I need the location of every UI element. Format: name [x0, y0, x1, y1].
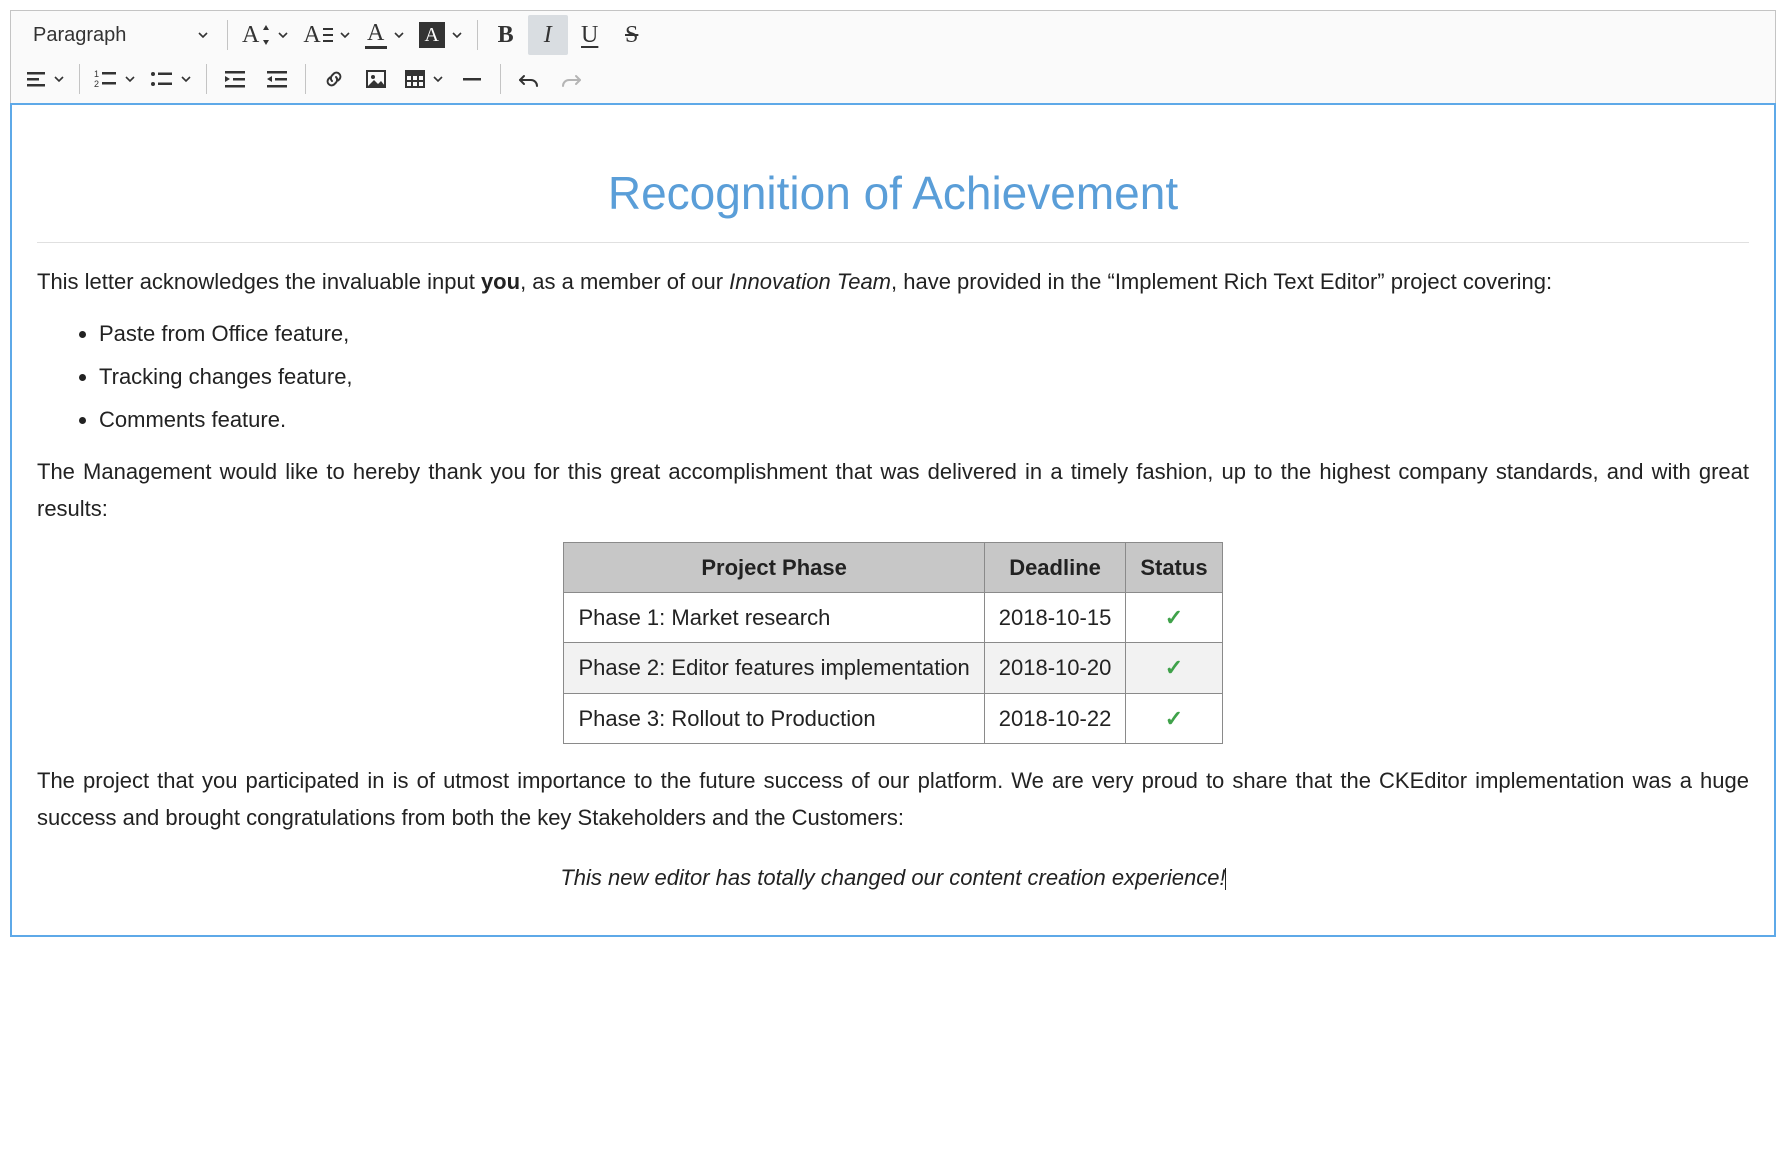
- italic-text: Innovation Team: [729, 269, 891, 294]
- blockquote[interactable]: This new editor has totally changed our …: [37, 859, 1749, 896]
- strike-glyph: S: [625, 22, 638, 49]
- paragraph-style-glyph: A: [303, 23, 320, 47]
- table-cell[interactable]: 2018-10-22: [984, 693, 1126, 743]
- chevron-down-icon: [451, 29, 463, 41]
- indent-icon: [223, 68, 247, 90]
- svg-text:2: 2: [94, 79, 99, 89]
- separator: [227, 20, 228, 50]
- numbered-list-button[interactable]: 1 2: [88, 59, 142, 99]
- link-icon: [323, 68, 345, 90]
- phase-table[interactable]: Project Phase Deadline Status Phase 1: M…: [563, 542, 1222, 745]
- numbered-list-icon: 1 2: [94, 68, 118, 90]
- bold-glyph: B: [498, 22, 514, 49]
- alignment-button[interactable]: [19, 59, 71, 99]
- heading-dropdown-label: Paragraph: [33, 24, 126, 47]
- status-cell[interactable]: ✓: [1126, 592, 1222, 642]
- table-row[interactable]: Phase 3: Rollout to Production 2018-10-2…: [564, 693, 1222, 743]
- separator: [477, 20, 478, 50]
- text-run: , have provided in the “Implement Rich T…: [891, 269, 1552, 294]
- title-divider: [37, 242, 1749, 243]
- feature-list[interactable]: Paste from Office feature, Tracking chan…: [37, 315, 1749, 439]
- undo-button[interactable]: [509, 59, 549, 99]
- table-cell[interactable]: Phase 3: Rollout to Production: [564, 693, 984, 743]
- table-row[interactable]: Phase 2: Editor features implementation …: [564, 643, 1222, 693]
- chevron-down-icon: [53, 73, 65, 85]
- redo-icon: [560, 68, 582, 90]
- list-item[interactable]: Tracking changes feature,: [99, 358, 1749, 395]
- list-item[interactable]: Paste from Office feature,: [99, 315, 1749, 352]
- lines-icon: [323, 26, 333, 44]
- image-icon: [365, 68, 387, 90]
- separator: [500, 64, 501, 94]
- outdent-button[interactable]: [257, 59, 297, 99]
- editor-content[interactable]: Recognition of Achievement This letter a…: [11, 104, 1775, 936]
- text-run: This letter acknowledges the invaluable …: [37, 269, 481, 294]
- redo-button[interactable]: [551, 59, 591, 99]
- document-title[interactable]: Recognition of Achievement: [37, 154, 1749, 232]
- table-button[interactable]: [398, 59, 450, 99]
- underline-glyph: U: [581, 22, 598, 49]
- bulleted-list-button[interactable]: [144, 59, 198, 99]
- outdent-icon: [265, 68, 289, 90]
- align-left-icon: [25, 68, 47, 90]
- text-run: , as a member of our: [520, 269, 729, 294]
- list-item[interactable]: Comments feature.: [99, 401, 1749, 438]
- quote-text: This new editor has totally changed our …: [560, 865, 1225, 890]
- table-header-cell[interactable]: Status: [1126, 542, 1222, 592]
- italic-button[interactable]: I: [528, 15, 568, 55]
- table-header-row[interactable]: Project Phase Deadline Status: [564, 542, 1222, 592]
- bold-button[interactable]: B: [486, 15, 526, 55]
- toolbar: Paragraph A A: [11, 11, 1775, 104]
- paragraph-style-button[interactable]: A: [297, 15, 356, 55]
- text-caret: [1225, 868, 1226, 890]
- thanks-paragraph[interactable]: The Management would like to hereby than…: [37, 453, 1749, 528]
- closing-paragraph[interactable]: The project that you participated in is …: [37, 762, 1749, 837]
- svg-text:1: 1: [94, 69, 99, 79]
- intro-paragraph[interactable]: This letter acknowledges the invaluable …: [37, 263, 1749, 300]
- font-color-button[interactable]: A: [359, 15, 411, 55]
- undo-icon: [518, 68, 540, 90]
- image-button[interactable]: [356, 59, 396, 99]
- chevron-down-icon: [180, 73, 192, 85]
- link-button[interactable]: [314, 59, 354, 99]
- chevron-down-icon: [339, 29, 351, 41]
- indent-button[interactable]: [215, 59, 255, 99]
- table-cell[interactable]: Phase 2: Editor features implementation: [564, 643, 984, 693]
- horizontal-line-button[interactable]: [452, 59, 492, 99]
- font-size-button[interactable]: A: [236, 15, 295, 55]
- editor-frame: Paragraph A A: [10, 10, 1776, 937]
- table-cell[interactable]: Phase 1: Market research: [564, 592, 984, 642]
- chevron-down-icon: [124, 73, 136, 85]
- horizontal-line-icon: [461, 68, 483, 90]
- underline-button[interactable]: U: [570, 15, 610, 55]
- bulleted-list-icon: [150, 68, 174, 90]
- table-header-cell[interactable]: Project Phase: [564, 542, 984, 592]
- bold-text: you: [481, 269, 520, 294]
- font-size-glyph: A: [242, 23, 259, 47]
- chevron-down-icon: [393, 29, 405, 41]
- updown-arrows-icon: [261, 23, 271, 47]
- table-cell[interactable]: 2018-10-20: [984, 643, 1126, 693]
- status-cell[interactable]: ✓: [1126, 693, 1222, 743]
- color-bar-icon: [365, 46, 387, 49]
- table-header-cell[interactable]: Deadline: [984, 542, 1126, 592]
- chevron-down-icon: [432, 73, 444, 85]
- separator: [79, 64, 80, 94]
- font-color-glyph: A: [367, 21, 384, 45]
- table-cell[interactable]: 2018-10-15: [984, 592, 1126, 642]
- table-row[interactable]: Phase 1: Market research 2018-10-15 ✓: [564, 592, 1222, 642]
- separator: [206, 64, 207, 94]
- highlight-button[interactable]: A: [413, 15, 469, 55]
- heading-dropdown[interactable]: Paragraph: [19, 15, 219, 55]
- highlight-glyph: A: [419, 22, 445, 48]
- separator: [305, 64, 306, 94]
- strikethrough-button[interactable]: S: [612, 15, 652, 55]
- status-cell[interactable]: ✓: [1126, 643, 1222, 693]
- italic-glyph: I: [544, 22, 552, 49]
- table-icon: [404, 68, 426, 90]
- chevron-down-icon: [277, 29, 289, 41]
- chevron-down-icon: [197, 29, 209, 41]
